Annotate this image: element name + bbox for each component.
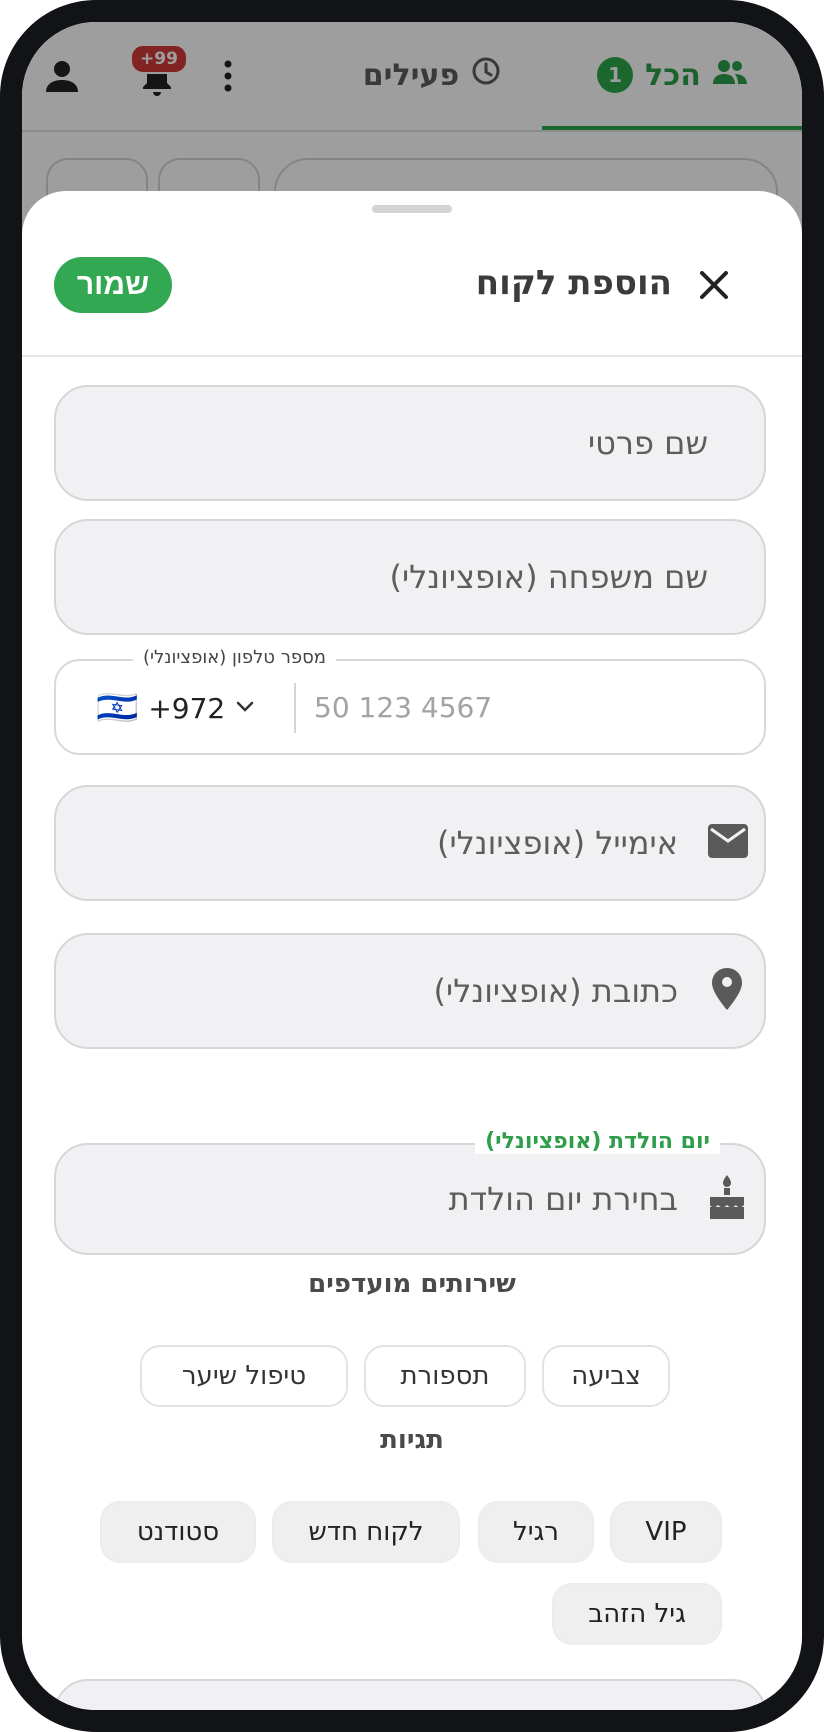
screen: 1 הכל פעילים +99 שמור הוספת לקוח שם פרטי…	[22, 22, 802, 1710]
email-placeholder: אימייל (אופציונלי)	[436, 824, 678, 862]
cake-icon	[708, 1175, 746, 1223]
last-name-placeholder: שם משפחה (אופציונלי)	[389, 558, 708, 596]
country-code-selector[interactable]: 🇮🇱 +972	[96, 685, 255, 731]
tag-chip[interactable]: רגיל	[478, 1501, 594, 1563]
last-name-field[interactable]: שם משפחה (אופציונלי)	[54, 519, 766, 635]
phone-frame: 1 הכל פעילים +99 שמור הוספת לקוח שם פרטי…	[0, 0, 824, 1732]
tag-chip[interactable]: VIP	[610, 1501, 722, 1563]
country-code: +972	[148, 691, 226, 725]
mail-icon	[708, 824, 748, 862]
first-name-placeholder: שם פרטי	[587, 424, 708, 462]
tag-chip[interactable]: גיל הזהב	[552, 1583, 722, 1645]
sheet-title: הוספת לקוח	[475, 263, 672, 303]
address-field[interactable]: כתובת (אופציונלי)	[54, 933, 766, 1049]
birthday-placeholder: בחירת יום הולדת	[448, 1180, 678, 1218]
israel-flag-icon: 🇮🇱	[96, 688, 139, 728]
service-chip[interactable]: צביעה	[542, 1345, 670, 1407]
tags-title: תגיות	[380, 1425, 444, 1455]
service-chip[interactable]: טיפול שיער	[140, 1345, 348, 1407]
first-name-field[interactable]: שם פרטי	[54, 385, 766, 501]
location-pin-icon	[712, 968, 742, 1014]
address-placeholder: כתובת (אופציונלי)	[433, 972, 678, 1010]
drag-handle[interactable]	[372, 205, 452, 213]
birthday-field[interactable]: יום הולדת (אופציונלי) בחירת יום הולדת	[54, 1129, 766, 1255]
sheet-header: שמור הוספת לקוח	[22, 231, 802, 357]
save-button[interactable]: שמור	[54, 257, 172, 313]
next-field[interactable]	[54, 1679, 766, 1710]
phone-divider	[294, 683, 296, 733]
birthday-label: יום הולדת (אופציונלי)	[475, 1129, 720, 1154]
email-field[interactable]: אימייל (אופציונלי)	[54, 785, 766, 901]
tag-chip[interactable]: סטודנט	[100, 1501, 256, 1563]
phone-label: מספר טלפון (אופציונלי)	[133, 647, 336, 668]
header-divider	[22, 355, 802, 357]
phone-field: מספר טלפון (אופציונלי) 🇮🇱 +972 50 123 45…	[54, 647, 766, 755]
close-icon[interactable]	[694, 265, 734, 305]
phone-input[interactable]: 50 123 4567	[314, 691, 492, 724]
services-title: שירותים מועדפים	[308, 1269, 516, 1299]
chevron-down-icon	[235, 699, 255, 718]
add-customer-sheet: שמור הוספת לקוח שם פרטי שם משפחה (אופציו…	[22, 191, 802, 1710]
tag-chip[interactable]: לקוח חדש	[272, 1501, 460, 1563]
service-chip[interactable]: תספורת	[364, 1345, 526, 1407]
